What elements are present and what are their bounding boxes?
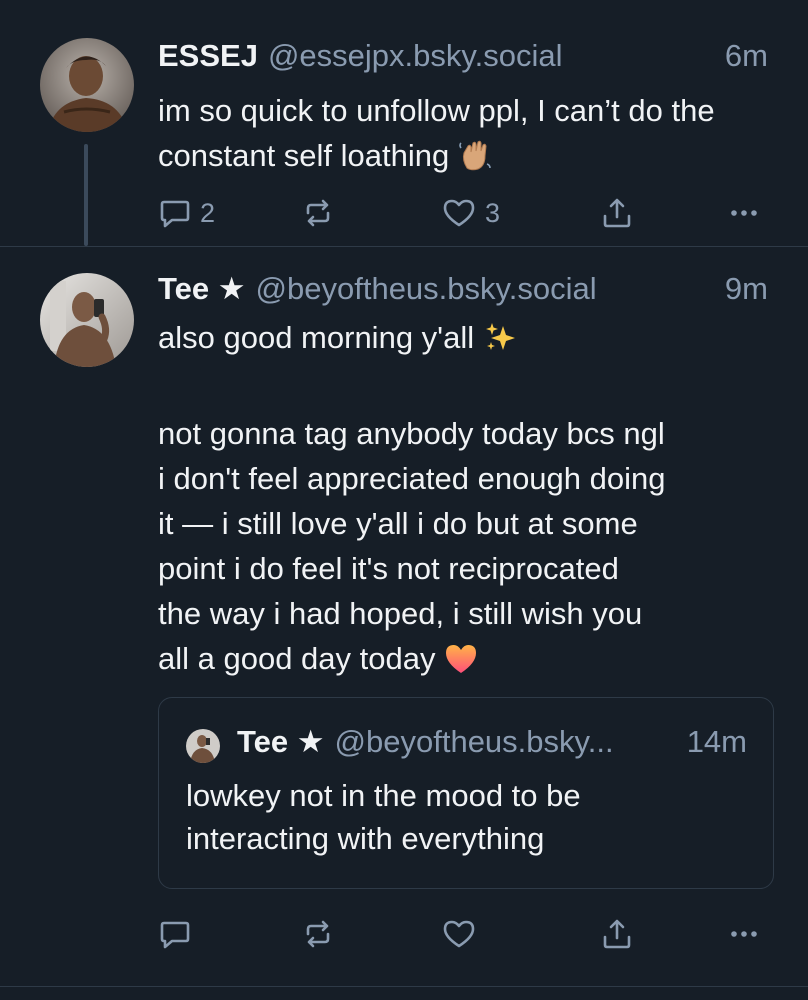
- quote-avatar: [186, 729, 220, 763]
- reply-button[interactable]: 2: [158, 193, 215, 233]
- author-handle[interactable]: @beyoftheus.bsky.social: [256, 271, 597, 306]
- more-icon: [726, 196, 762, 230]
- post-text-body: not gonna tag anybody today bcs ngl i do…: [158, 416, 666, 676]
- post-meta: ESSEJ @essejpx.bsky.social 6m: [158, 38, 768, 82]
- post-text: also good morning y'all not gonna tag an…: [158, 315, 768, 687]
- post-time[interactable]: 6m: [725, 38, 768, 74]
- repost-icon: [300, 196, 336, 230]
- post-text-line: also good morning y'all: [158, 320, 475, 355]
- share-icon: [600, 196, 634, 230]
- repost-button[interactable]: [300, 193, 336, 233]
- like-button[interactable]: 3: [441, 193, 500, 233]
- reply-icon: [158, 196, 192, 230]
- quote-time: 14m: [686, 724, 747, 759]
- author-name[interactable]: ESSEJ: [158, 38, 258, 73]
- author-name[interactable]: Tee ★: [158, 271, 246, 306]
- author-handle[interactable]: @essejpx.bsky.social: [268, 38, 563, 73]
- feed: ESSEJ @essejpx.bsky.social 6m im so quick…: [0, 0, 808, 1000]
- post-text-body: im so quick to unfollow ppl, I can’t do …: [158, 93, 724, 173]
- more-options-button[interactable]: [726, 914, 762, 954]
- avatar[interactable]: [40, 273, 134, 367]
- avatar[interactable]: [40, 38, 134, 132]
- waving-hand-emoji-icon: [458, 138, 492, 184]
- thread-line: [84, 144, 88, 246]
- more-options-button[interactable]: [726, 193, 762, 233]
- more-icon: [726, 917, 762, 951]
- quote-meta: Tee ★ @beyoftheus.bsky...: [237, 724, 614, 760]
- orange-heart-emoji-icon: [444, 642, 478, 687]
- post-content: Tee ★ @beyoftheus.bsky.social 9m also goo…: [158, 271, 768, 687]
- heart-icon: [441, 917, 477, 951]
- share-button[interactable]: [600, 193, 634, 233]
- share-button[interactable]: [600, 914, 634, 954]
- post-meta: Tee ★ @beyoftheus.bsky.social 9m: [158, 271, 768, 315]
- divider: [0, 986, 808, 987]
- quoted-post[interactable]: Tee ★ @beyoftheus.bsky... 14m lowkey not …: [158, 697, 774, 889]
- post[interactable]: Tee ★ @beyoftheus.bsky.social 9m also goo…: [0, 246, 808, 986]
- like-count: 3: [485, 197, 501, 228]
- post-text: im so quick to unfollow ppl, I can’t do …: [158, 88, 768, 184]
- repost-icon: [300, 917, 336, 951]
- reply-icon: [158, 917, 192, 951]
- share-icon: [600, 917, 634, 951]
- sparkles-emoji-icon: [483, 320, 517, 366]
- post-content: ESSEJ @essejpx.bsky.social 6m im so quick…: [158, 38, 768, 184]
- reply-button[interactable]: [158, 914, 192, 954]
- post-actions: 2 3: [158, 193, 768, 233]
- reply-count: 2: [200, 197, 216, 228]
- heart-icon: [441, 196, 477, 230]
- repost-button[interactable]: [300, 914, 336, 954]
- quote-text: lowkey not in the mood to be interacting…: [186, 778, 581, 856]
- post-time[interactable]: 9m: [725, 271, 768, 307]
- post-actions: [158, 914, 768, 954]
- post[interactable]: ESSEJ @essejpx.bsky.social 6m im so quick…: [0, 0, 808, 246]
- quote-author-name: Tee ★: [237, 724, 325, 759]
- like-button[interactable]: [441, 914, 477, 954]
- quote-author-handle: @beyoftheus.bsky...: [334, 724, 614, 759]
